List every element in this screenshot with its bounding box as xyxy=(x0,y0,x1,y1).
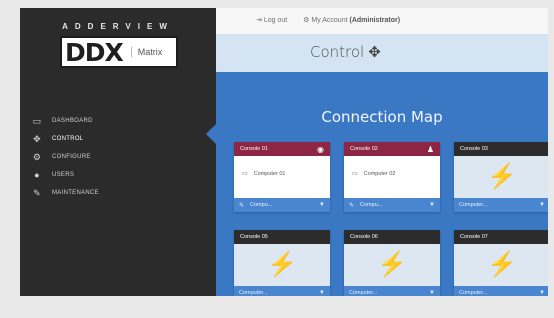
move-icon: ✥ xyxy=(33,133,41,144)
console-card[interactable]: Console 02 ♟ ▭ Computer 02 ✎ Compu... ▼ xyxy=(344,142,440,212)
my-account-label: My Account xyxy=(311,17,348,24)
my-account-link[interactable]: ⚙ My Account (Administrator) xyxy=(303,17,400,24)
sidebar-item-users[interactable]: ● USERS xyxy=(20,166,216,184)
users-icon: ● xyxy=(34,170,40,180)
chevron-down-icon: ▼ xyxy=(319,202,325,208)
logout-icon: ⇥ xyxy=(256,17,264,24)
sidebar-item-dashboard[interactable]: ▭ DASHBOARD xyxy=(20,112,216,130)
console-header: Console 02 ♟ xyxy=(344,142,440,156)
logo-main: DDX xyxy=(65,37,124,67)
sidebar-item-maintenance[interactable]: ✎ MAINTENANCE xyxy=(20,184,216,202)
page-title: Control xyxy=(310,43,365,61)
computer-select[interactable]: Computer... ▼ xyxy=(344,286,440,296)
wrench-icon[interactable]: ✎ xyxy=(239,202,244,209)
eye-icon[interactable]: ◉ xyxy=(317,145,324,154)
user-icon[interactable]: ♟ xyxy=(427,145,434,154)
console-body: ⚡ xyxy=(344,244,440,286)
computer-select-value: Computer... xyxy=(239,290,268,296)
section-header: Control ✥ xyxy=(216,34,548,72)
console-body: ▭ Computer 01 xyxy=(234,156,330,198)
computer-select[interactable]: ✎ Compu... ▼ xyxy=(234,198,330,212)
sidebar: ADDERVIEW DDX Matrix ▭ DASHBOARD ✥ CONTR… xyxy=(20,8,216,296)
brand-name: ADDERVIEW xyxy=(62,22,174,31)
console-body: ⚡ xyxy=(454,244,548,286)
wrench-icon[interactable]: ✎ xyxy=(349,202,354,209)
console-header: Console 01 ◉ xyxy=(234,142,330,156)
move-icon: ✥ xyxy=(368,43,381,61)
connected-computer: Computer 02 xyxy=(363,171,396,177)
computer-select-value: Compu... xyxy=(250,202,273,208)
sidebar-item-label: MAINTENANCE xyxy=(52,190,99,196)
sidebar-nav: ▭ DASHBOARD ✥ CONTROL ⚙ CONFIGURE ● USER… xyxy=(20,112,216,202)
computer-icon: ▭ xyxy=(352,171,358,177)
ddx-logo[interactable]: DDX Matrix xyxy=(60,36,178,68)
console-name: Console 06 xyxy=(350,234,378,240)
console-body: ⚡ xyxy=(454,156,548,198)
unplugged-icon: ⚡ xyxy=(377,251,407,278)
sidebar-item-label: CONFIGURE xyxy=(52,154,91,160)
sidebar-item-label: DASHBOARD xyxy=(52,118,93,124)
chevron-down-icon: ▼ xyxy=(429,202,435,208)
console-header: Console 07 xyxy=(454,230,548,244)
unplugged-icon: ⚡ xyxy=(487,163,517,190)
connected-computer: Computer 01 xyxy=(253,171,286,177)
chevron-down-icon: ▼ xyxy=(539,290,545,296)
computer-select-value: Computer... xyxy=(459,202,488,208)
sidebar-item-label: CONTROL xyxy=(52,136,84,142)
active-nav-pointer xyxy=(206,124,216,144)
logout-link[interactable]: ⇥ Log out xyxy=(256,17,289,24)
logout-label: Log out xyxy=(263,17,288,24)
chevron-down-icon: ▼ xyxy=(429,290,435,296)
connection-map-title: Connection Map xyxy=(321,108,443,126)
console-header: Console 06 xyxy=(344,230,440,244)
sidebar-item-control[interactable]: ✥ CONTROL xyxy=(20,130,216,148)
gears-icon: ⚙ xyxy=(32,151,42,162)
console-card[interactable]: Console 01 ◉ ▭ Computer 01 ✎ Compu... ▼ xyxy=(234,142,330,212)
computer-select-value: Computer... xyxy=(459,290,488,296)
computer-select[interactable]: Computer... ▼ xyxy=(454,198,548,212)
account-role: (Administrator) xyxy=(349,17,401,24)
console-card[interactable]: Console 03 ⚡ Computer... ▼ xyxy=(454,142,548,212)
console-card[interactable]: Console 05 ⚡ Computer... ▼ xyxy=(234,230,330,296)
app-window: ADDERVIEW DDX Matrix ▭ DASHBOARD ✥ CONTR… xyxy=(20,8,548,296)
sidebar-item-configure[interactable]: ⚙ CONFIGURE xyxy=(20,148,216,166)
computer-select[interactable]: Computer... ▼ xyxy=(454,286,548,296)
console-name: Console 03 xyxy=(460,146,488,152)
console-header: Console 05 xyxy=(234,230,330,244)
chevron-down-icon: ▼ xyxy=(539,202,545,208)
computer-select[interactable]: Computer... ▼ xyxy=(234,286,330,296)
computer-select-value: Compu... xyxy=(360,202,383,208)
console-body: ▭ Computer 02 xyxy=(344,156,440,198)
console-name: Console 07 xyxy=(460,234,488,240)
top-bar: ⇥ Log out ⚙ My Account (Administrator) xyxy=(216,8,548,34)
console-name: Console 05 xyxy=(240,234,268,240)
console-body: ⚡ xyxy=(234,244,330,286)
console-header: Console 03 xyxy=(454,142,548,156)
unplugged-icon: ⚡ xyxy=(487,251,517,278)
computer-select[interactable]: ✎ Compu... ▼ xyxy=(344,198,440,212)
chevron-down-icon: ▼ xyxy=(319,290,325,296)
monitor-icon: ▭ xyxy=(32,115,42,126)
sidebar-item-label: USERS xyxy=(52,172,75,178)
unplugged-icon: ⚡ xyxy=(267,251,297,278)
console-card[interactable]: Console 07 ⚡ Computer... ▼ xyxy=(454,230,548,296)
wrench-icon: ✎ xyxy=(33,187,41,198)
console-card[interactable]: Console 06 ⚡ Computer... ▼ xyxy=(344,230,440,296)
console-name: Console 01 xyxy=(240,146,268,152)
computer-icon: ▭ xyxy=(242,171,248,177)
console-name: Console 02 xyxy=(350,146,378,152)
logo-sub: Matrix xyxy=(130,47,162,57)
computer-select-value: Computer... xyxy=(349,290,378,296)
